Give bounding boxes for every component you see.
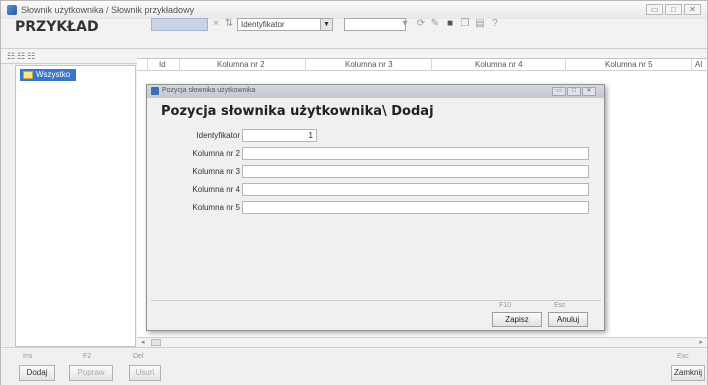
column-header-5[interactable]: Kolumna nr 5 [605, 60, 653, 69]
dialog-maximize-button[interactable]: □ [567, 87, 581, 96]
field-label-col5: Kolumna nr 5 [192, 203, 240, 212]
column-header-al[interactable]: Al [695, 60, 702, 69]
tree-item-all[interactable]: Wszystko [20, 69, 77, 81]
print-icon[interactable]: ▤ [474, 18, 486, 30]
title-bar: Słownik użytkownika / Słownik przykładow… [1, 1, 707, 19]
close-button[interactable]: Zamknij [671, 365, 705, 381]
help-icon[interactable]: ? [489, 18, 501, 30]
cancel-button[interactable]: Anuluj [548, 312, 588, 327]
search-field-value: Identyfikator [241, 20, 285, 29]
add-hotkey: Ins [23, 353, 33, 360]
column-header-3[interactable]: Kolumna nr 3 [345, 60, 393, 69]
scroll-right-icon[interactable]: ▸ [699, 338, 703, 346]
col5-field[interactable] [242, 201, 589, 214]
cancel-hotkey: Esc [554, 302, 566, 309]
clear-filter-icon[interactable]: × [210, 18, 222, 30]
field-label-col3: Kolumna nr 3 [192, 167, 240, 176]
delete-hotkey: Del [133, 353, 144, 360]
column-separator [431, 59, 432, 71]
dialog-heading: Pozycja słownika użytkownika\ Dodaj [161, 104, 434, 119]
refresh-icon[interactable]: ⟳ [415, 18, 427, 30]
sort-icon[interactable]: ⇅ [223, 18, 235, 30]
folder-icon [23, 71, 33, 79]
edit-button[interactable]: Popraw [69, 365, 113, 381]
edit-hotkey: F2 [83, 353, 92, 360]
grid-header: Id Kolumna nr 2 Kolumna nr 3 Kolumna nr … [137, 59, 707, 71]
search-field-select[interactable]: Identyfikator ▼ [237, 18, 333, 31]
bottom-bar: Ins Dodaj F2 Popraw Del Usuń Esc Zamknij [1, 347, 707, 385]
maximize-button[interactable]: □ [665, 4, 682, 15]
dialog-minimize-button[interactable]: ▭ [552, 87, 566, 96]
search-input[interactable] [344, 18, 406, 31]
column-separator [691, 59, 692, 71]
add-item-dialog: Pozycja słownika użytkownika ▭ □ ✕ Pozyc… [146, 84, 605, 331]
window-controls: ▭ □ ✕ [646, 4, 701, 15]
column-separator [305, 59, 306, 71]
chevron-down-icon: ▼ [320, 19, 332, 30]
id-field[interactable]: 1 [242, 129, 317, 142]
dialog-app-icon [151, 87, 159, 95]
filter-box[interactable] [151, 18, 208, 31]
column-header-4[interactable]: Kolumna nr 4 [475, 60, 523, 69]
dialog-close-button[interactable]: ✕ [582, 87, 596, 96]
delete-button[interactable]: Usuń [129, 365, 161, 381]
column-separator [179, 59, 180, 71]
save-button[interactable]: Zapisz [492, 312, 542, 327]
close-hotkey: Esc [677, 353, 689, 360]
column-header-2[interactable]: Kolumna nr 2 [217, 60, 265, 69]
edit-icon[interactable]: ✎ [429, 18, 441, 30]
dialog-title: Pozycja słownika użytkownika [162, 87, 256, 94]
col4-field[interactable] [242, 183, 589, 196]
scroll-thumb[interactable] [151, 339, 161, 346]
column-header-id[interactable]: Id [159, 60, 166, 69]
minimize-button[interactable]: ▭ [646, 4, 663, 15]
add-button[interactable]: Dodaj [19, 365, 55, 381]
scroll-left-icon[interactable]: ◂ [141, 338, 145, 346]
dialog-divider [151, 300, 601, 301]
col2-field[interactable] [242, 147, 589, 160]
column-separator [565, 59, 566, 71]
horizontal-scrollbar[interactable]: ◂ ▸ [137, 337, 707, 347]
app-icon [7, 5, 17, 15]
column-separator [147, 59, 148, 71]
close-window-button[interactable]: ✕ [684, 4, 701, 15]
dialog-window-controls: ▭ □ ✕ [552, 87, 596, 96]
main-window: Słownik użytkownika / Słownik przykładow… [0, 0, 708, 385]
brand-title: PRZYKŁAD [15, 19, 99, 35]
window-title: Słownik użytkownika / Słownik przykładow… [21, 5, 195, 15]
field-label-id: Identyfikator [196, 131, 240, 140]
field-label-col2: Kolumna nr 2 [192, 149, 240, 158]
save-hotkey: F10 [499, 302, 512, 309]
tree-panel: Wszystko [15, 65, 136, 347]
field-label-col4: Kolumna nr 4 [192, 185, 240, 194]
search-dropdown-icon[interactable]: ▾ [399, 18, 411, 30]
save-icon[interactable]: ■ [444, 18, 456, 30]
dialog-title-bar: Pozycja słownika użytkownika ▭ □ ✕ [147, 85, 604, 98]
col3-field[interactable] [242, 165, 589, 178]
copy-icon[interactable]: ❐ [459, 18, 471, 30]
tree-tools-icon[interactable]: ☷☷☷ [7, 51, 37, 62]
tree-item-label: Wszystko [36, 70, 71, 79]
